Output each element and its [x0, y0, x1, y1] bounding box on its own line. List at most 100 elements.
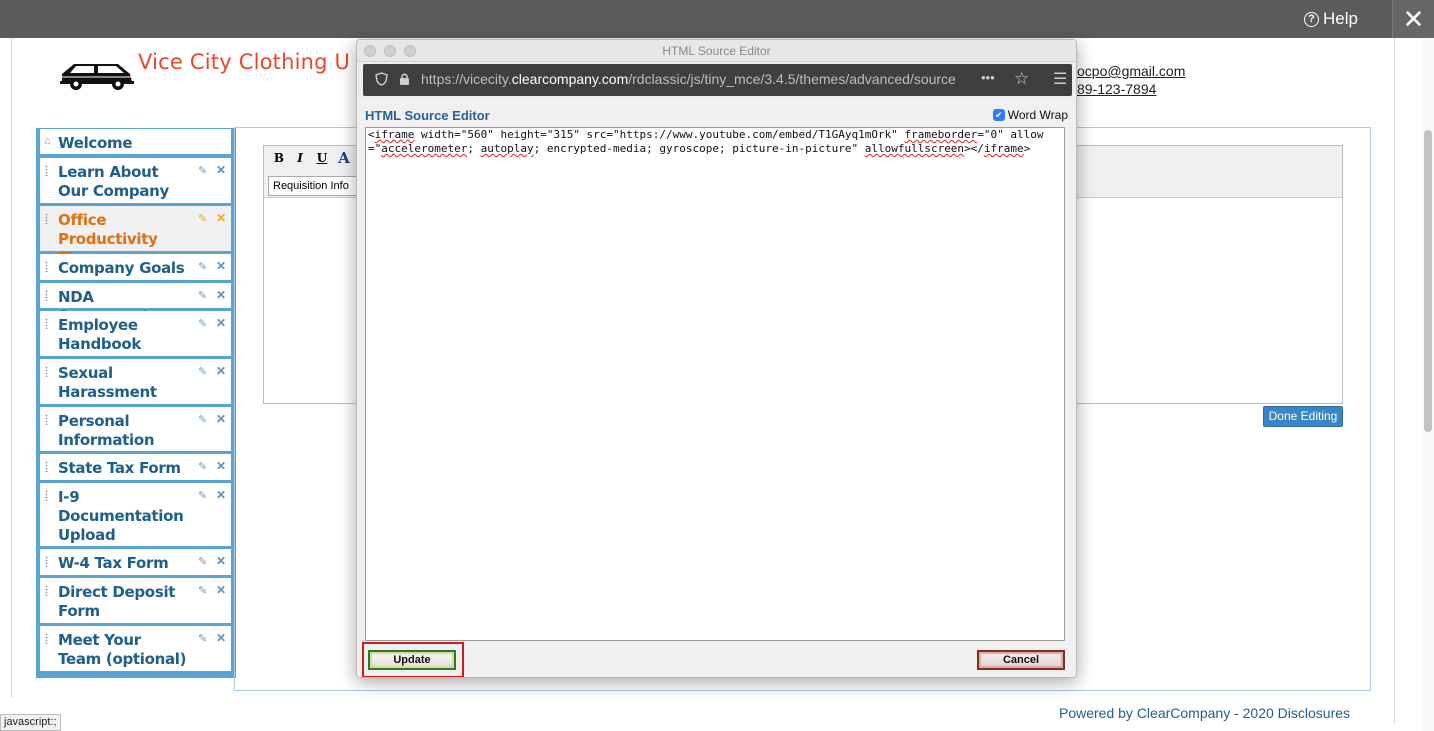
sidebar-item[interactable]: ✎ ✕ W-4 Tax Form — [40, 549, 231, 575]
sidebar-item[interactable]: ✎ ✕ Employee Handbook — [40, 311, 231, 356]
sidebar-item-label: I-9 Documentation Upload — [58, 488, 184, 544]
word-wrap-label: Word Wrap — [1007, 108, 1068, 122]
edit-pencil-icon[interactable]: ✎ — [198, 413, 207, 426]
drag-handle-icon[interactable] — [45, 213, 48, 224]
drag-handle-icon[interactable] — [45, 556, 48, 567]
dialog-title: HTML Source Editor — [662, 44, 771, 58]
edit-pencil-icon[interactable]: ✎ — [198, 317, 207, 330]
edit-pencil-icon[interactable]: ✎ — [198, 212, 207, 225]
sidebar-item[interactable]: ✎✕Office Productivity Tips — [40, 206, 231, 267]
delete-icon[interactable]: ✕ — [216, 364, 226, 378]
edit-pencil-icon[interactable]: ✎ — [198, 365, 207, 378]
delete-icon[interactable]: ✕ — [216, 488, 226, 502]
delete-icon[interactable]: ✕ — [216, 583, 226, 597]
window-zoom-button[interactable] — [404, 45, 416, 57]
sidebar-item[interactable]: ✎ ✕ Sexual Harassment — [40, 359, 231, 404]
sidebar-item[interactable]: ✎ ✕ Learn About Our Company — [40, 158, 231, 203]
source-text: > — [1023, 142, 1031, 155]
edit-pencil-icon[interactable]: ✎ — [198, 460, 207, 473]
delete-icon[interactable]: ✕ — [216, 211, 226, 225]
drag-handle-icon[interactable] — [45, 461, 48, 472]
help-link[interactable]: ? Help — [1304, 0, 1358, 38]
word-wrap-toggle[interactable]: ✔ Word Wrap — [992, 108, 1068, 122]
star-icon[interactable]: ☆ — [1014, 69, 1029, 89]
window-close-button[interactable] — [364, 45, 376, 57]
drag-handle-icon[interactable] — [45, 414, 48, 425]
menu-icon[interactable]: ☰ — [1053, 69, 1067, 89]
url-prefix: https://vicecity. — [421, 71, 512, 87]
source-text: ; — [467, 142, 481, 155]
delete-icon[interactable]: ✕ — [216, 259, 226, 273]
sidebar-item[interactable]: ✎✕NDA Agreement — [40, 283, 231, 325]
drag-handle-icon[interactable] — [45, 490, 48, 501]
sidebar-item[interactable]: ✎ ✕ Direct Deposit Form — [40, 578, 231, 623]
contact-phone[interactable]: 89-123-7894 — [1077, 80, 1185, 98]
close-icon[interactable]: ✕ — [1392, 0, 1434, 38]
delete-icon[interactable]: ✕ — [216, 412, 226, 426]
checkbox-checked-icon[interactable]: ✔ — [992, 109, 1005, 121]
url-text[interactable]: https://vicecity.clearcompany.com/rdclas… — [421, 71, 976, 87]
sidebar-item[interactable]: ✎ ✕ State Tax Form — [40, 454, 231, 480]
source-textarea[interactable]: <iframe width="560" height="315" src="ht… — [365, 127, 1065, 641]
sidebar-item-label: W-4 Tax Form — [58, 554, 169, 572]
drag-handle-icon[interactable] — [45, 633, 48, 644]
edit-pencil-icon[interactable]: ✎ — [198, 632, 207, 645]
address-bar[interactable]: https://vicecity.clearcompany.com/rdclas… — [363, 64, 1072, 96]
sidebar-item-label: Welcome — [58, 134, 133, 152]
sidebar-item[interactable]: ⌂ Welcome — [40, 129, 231, 154]
format-select[interactable]: Requisition Info — [268, 176, 360, 196]
sidebar-item[interactable]: ✎ ✕ Meet Your Team (optional) — [40, 626, 231, 671]
edit-pencil-icon[interactable]: ✎ — [198, 164, 207, 177]
sidebar-item[interactable]: ✎ ✕ Personal Information — [40, 407, 231, 451]
delete-icon[interactable]: ✕ — [216, 554, 226, 568]
font-color-button[interactable]: A — [336, 150, 352, 166]
sidebar-item-label: State Tax Form — [58, 459, 181, 477]
cancel-button[interactable]: Cancel — [977, 650, 1065, 670]
window-minimize-button[interactable] — [384, 45, 396, 57]
source-text: width="560" height="315" src="https://ww… — [414, 128, 905, 141]
bold-button[interactable]: B — [271, 150, 287, 166]
url-domain: clearcompany.com — [511, 71, 629, 87]
misspelled-token: allowfullscreen — [864, 142, 965, 155]
misspelled-token: iframe — [374, 128, 415, 141]
update-button[interactable]: Update — [368, 650, 456, 670]
delete-icon[interactable]: ✕ — [216, 163, 226, 177]
sidebar-item-label: Company Goals — [58, 259, 185, 277]
delete-icon[interactable]: ✕ — [216, 288, 226, 302]
dialog-titlebar[interactable]: HTML Source Editor — [357, 40, 1076, 62]
edit-pencil-icon[interactable]: ✎ — [198, 584, 207, 597]
drag-handle-icon[interactable] — [45, 318, 48, 329]
italic-button[interactable]: I — [292, 150, 308, 166]
drag-handle-icon[interactable] — [45, 165, 48, 176]
edit-pencil-icon[interactable]: ✎ — [198, 289, 207, 302]
contact-info: ocpo@gmail.com 89-123-7894 — [1077, 62, 1185, 98]
url-path: /rdclassic/js/tiny_mce/3.4.5/themes/adva… — [628, 71, 956, 87]
delete-icon[interactable]: ✕ — [216, 459, 226, 473]
misspelled-token: iframe — [983, 142, 1024, 155]
delete-icon[interactable]: ✕ — [216, 316, 226, 330]
more-icon[interactable]: ••• — [981, 70, 995, 85]
shield-icon[interactable] — [375, 72, 388, 89]
edit-pencil-icon[interactable]: ✎ — [198, 555, 207, 568]
status-bar-url: javascript:; — [0, 714, 61, 731]
scrollbar-thumb[interactable] — [1424, 130, 1432, 432]
source-text: < — [368, 128, 375, 141]
contact-email[interactable]: ocpo@gmail.com — [1077, 62, 1185, 80]
edit-pencil-icon[interactable]: ✎ — [198, 260, 207, 273]
drag-handle-icon[interactable] — [45, 261, 48, 272]
page-divider-left — [11, 38, 12, 698]
drag-handle-icon[interactable] — [45, 290, 48, 301]
footer-text[interactable]: Powered by ClearCompany - 2020 Disclosur… — [1059, 705, 1350, 721]
lock-icon[interactable] — [399, 72, 410, 89]
brand-name: Vice City Clothing U — [138, 50, 351, 74]
sidebar-item-label: Personal Information — [58, 412, 155, 449]
drag-handle-icon[interactable] — [45, 585, 48, 596]
sidebar-item[interactable]: ✎ ✕ I-9 Documentation Upload — [40, 483, 231, 546]
done-editing-button[interactable]: Done Editing — [1263, 406, 1343, 427]
drag-handle-icon[interactable] — [45, 366, 48, 377]
help-icon: ? — [1304, 11, 1320, 27]
sidebar-item[interactable]: ✎ ✕ Company Goals — [40, 254, 231, 280]
underline-button[interactable]: U — [314, 150, 330, 166]
edit-pencil-icon[interactable]: ✎ — [198, 489, 207, 502]
delete-icon[interactable]: ✕ — [216, 631, 226, 645]
